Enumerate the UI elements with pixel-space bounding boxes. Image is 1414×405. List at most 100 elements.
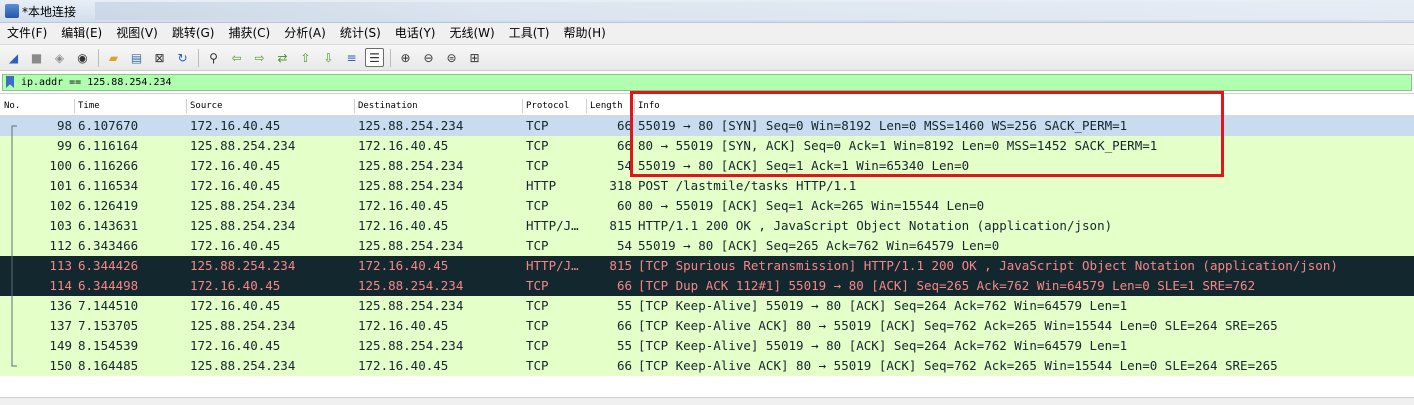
- packet-time: 6.126419: [78, 198, 139, 213]
- packet-length: 815: [609, 258, 632, 273]
- shark-fin-start-icon[interactable]: ◢: [4, 48, 23, 67]
- packet-list: 98 6.107670 172.16.40.45 125.88.254.234 TCP 6…: [0, 116, 1414, 376]
- packet-info: POST /lastmile/tasks HTTP/1.1: [638, 178, 857, 193]
- packet-destination: 125.88.254.234: [358, 238, 464, 253]
- auto-scroll-icon[interactable]: ≡: [342, 48, 361, 67]
- packet-no: 113: [49, 258, 72, 273]
- column-divider[interactable]: [634, 99, 635, 113]
- packet-no: 100: [49, 158, 72, 173]
- column-divider[interactable]: [586, 99, 587, 113]
- packet-destination: 172.16.40.45: [358, 318, 449, 333]
- packet-source: 172.16.40.45: [190, 158, 281, 173]
- column-header-time[interactable]: Time: [78, 97, 100, 115]
- packet-row[interactable]: 136 7.144510 172.16.40.45 125.88.254.234 TCP…: [0, 296, 1414, 316]
- packet-destination: 125.88.254.234: [358, 118, 464, 133]
- packet-row[interactable]: 137 7.153705 125.88.254.234 172.16.40.45 TCP…: [0, 316, 1414, 336]
- packet-source: 172.16.40.45: [190, 118, 281, 133]
- packet-time: 6.116164: [78, 138, 139, 153]
- packet-source: 172.16.40.45: [190, 178, 281, 193]
- packet-info: [TCP Keep-Alive ACK] 80 → 55019 [ACK] Se…: [638, 318, 1278, 333]
- column-divider[interactable]: [522, 99, 523, 113]
- column-divider[interactable]: [354, 99, 355, 113]
- display-filter-input[interactable]: ip.addr == 125.88.254.234: [2, 74, 1412, 91]
- menu-item[interactable]: 视图(V): [109, 23, 165, 44]
- menu-item[interactable]: 工具(T): [502, 23, 557, 44]
- menu-item[interactable]: 分析(A): [277, 23, 333, 44]
- packet-row[interactable]: 149 8.154539 172.16.40.45 125.88.254.234 TCP…: [0, 336, 1414, 356]
- packet-row[interactable]: 103 6.143631 125.88.254.234 172.16.40.45 HTT…: [0, 216, 1414, 236]
- packet-protocol: TCP: [526, 358, 549, 373]
- packet-no: 102: [49, 198, 72, 213]
- menu-item[interactable]: 帮助(H): [556, 23, 612, 44]
- menu-item[interactable]: 编辑(E): [54, 23, 109, 44]
- packet-length: 66: [616, 118, 632, 133]
- packet-source: 172.16.40.45: [190, 338, 281, 353]
- menu-item[interactable]: 文件(F): [0, 23, 54, 44]
- column-header-source[interactable]: Source: [190, 97, 223, 115]
- packet-info: [TCP Dup ACK 112#1] 55019 → 80 [ACK] Seq…: [638, 278, 1256, 293]
- column-header-length[interactable]: Length: [590, 97, 623, 115]
- save-file-icon[interactable]: ▤: [127, 48, 146, 67]
- menu-item[interactable]: 电话(Y): [388, 23, 443, 44]
- packet-time: 8.154539: [78, 338, 139, 353]
- packet-time: 6.344498: [78, 278, 139, 293]
- column-divider[interactable]: [186, 99, 187, 113]
- resize-columns-icon[interactable]: ⊞: [465, 48, 484, 67]
- capture-options-icon[interactable]: ◉: [73, 48, 92, 67]
- packet-protocol: HTTP/J…: [526, 258, 579, 273]
- display-filter-bar: ip.addr == 125.88.254.234: [0, 73, 1414, 94]
- packet-row[interactable]: 100 6.116266 172.16.40.45 125.88.254.234 TCP…: [0, 156, 1414, 176]
- packet-protocol: TCP: [526, 118, 549, 133]
- packet-row[interactable]: 102 6.126419 125.88.254.234 172.16.40.45 TCP…: [0, 196, 1414, 216]
- colorize-icon[interactable]: ☰: [365, 48, 384, 67]
- go-back-icon[interactable]: ⇦: [227, 48, 246, 67]
- packet-row[interactable]: 113 6.344426 125.88.254.234 172.16.40.45 HTT…: [0, 256, 1414, 276]
- reload-file-icon[interactable]: ↻: [173, 48, 192, 67]
- go-to-packet-icon[interactable]: ⇄: [273, 48, 292, 67]
- packet-length: 66: [616, 358, 632, 373]
- menu-item[interactable]: 捕获(C): [221, 23, 277, 44]
- packet-row[interactable]: 112 6.343466 172.16.40.45 125.88.254.234 TCP…: [0, 236, 1414, 256]
- column-header-no[interactable]: No.: [4, 97, 20, 115]
- close-file-icon[interactable]: ⊠: [150, 48, 169, 67]
- go-forward-icon[interactable]: ⇨: [250, 48, 269, 67]
- packet-row[interactable]: 101 6.116534 172.16.40.45 125.88.254.234 HTT…: [0, 176, 1414, 196]
- stop-capture-icon[interactable]: ■: [27, 48, 46, 67]
- last-packet-icon[interactable]: ⇩: [319, 48, 338, 67]
- packet-info: HTTP/1.1 200 OK , JavaScript Object Nota…: [638, 218, 1113, 233]
- column-header-destination[interactable]: Destination: [358, 97, 418, 115]
- restart-capture-icon[interactable]: ◈: [50, 48, 69, 67]
- packet-row[interactable]: 114 6.344498 172.16.40.45 125.88.254.234 TCP…: [0, 276, 1414, 296]
- packet-length: 66: [616, 318, 632, 333]
- menu-item[interactable]: 跳转(G): [165, 23, 222, 44]
- packet-no: 101: [49, 178, 72, 193]
- packet-info: 55019 → 80 [SYN] Seq=0 Win=8192 Len=0 MS…: [638, 118, 1128, 133]
- packet-list-header: No. Time Source Destination Protocol Len…: [0, 97, 1414, 116]
- packet-protocol: TCP: [526, 318, 549, 333]
- main-toolbar: ◢ ■ ◈ ◉ ▰ ▤ ⊠ ↻ ⚲ ⇦ ⇨ ⇄ ⇧ ⇩ ≡ ☰ ⊕ ⊖ ⊜ ⊞: [0, 45, 1414, 71]
- first-packet-icon[interactable]: ⇧: [296, 48, 315, 67]
- packet-source: 125.88.254.234: [190, 138, 296, 153]
- column-header-protocol[interactable]: Protocol: [526, 97, 569, 115]
- menu-bar: 文件(F) 编辑(E) 视图(V) 跳转(G) 捕获(C) 分析(A) 统计(S) 电话(Y)…: [0, 23, 1414, 45]
- menu-item[interactable]: 无线(W): [443, 23, 502, 44]
- menu-item[interactable]: 统计(S): [333, 23, 388, 44]
- normal-size-icon[interactable]: ⊜: [442, 48, 461, 67]
- zoom-out-icon[interactable]: ⊖: [419, 48, 438, 67]
- zoom-in-icon[interactable]: ⊕: [396, 48, 415, 67]
- packet-info: [TCP Spurious Retransmission] HTTP/1.1 2…: [638, 258, 1338, 273]
- open-file-icon[interactable]: ▰: [104, 48, 123, 67]
- find-packet-icon[interactable]: ⚲: [204, 48, 223, 67]
- packet-protocol: TCP: [526, 238, 549, 253]
- packet-row[interactable]: 150 8.164485 125.88.254.234 172.16.40.45 TCP…: [0, 356, 1414, 376]
- packet-info: 55019 → 80 [ACK] Seq=1 Ack=1 Win=65340 L…: [638, 158, 970, 173]
- column-divider[interactable]: [74, 99, 75, 113]
- packet-length: 54: [616, 238, 632, 253]
- packet-length: 66: [616, 278, 632, 293]
- column-header-info[interactable]: Info: [638, 97, 660, 115]
- packet-row[interactable]: 99 6.116164 125.88.254.234 172.16.40.45 TCP 6…: [0, 136, 1414, 156]
- packet-time: 7.153705: [78, 318, 139, 333]
- packet-row[interactable]: 98 6.107670 172.16.40.45 125.88.254.234 TCP 6…: [0, 116, 1414, 136]
- packet-info: [TCP Keep-Alive] 55019 → 80 [ACK] Seq=26…: [638, 338, 1128, 353]
- packet-time: 8.164485: [78, 358, 139, 373]
